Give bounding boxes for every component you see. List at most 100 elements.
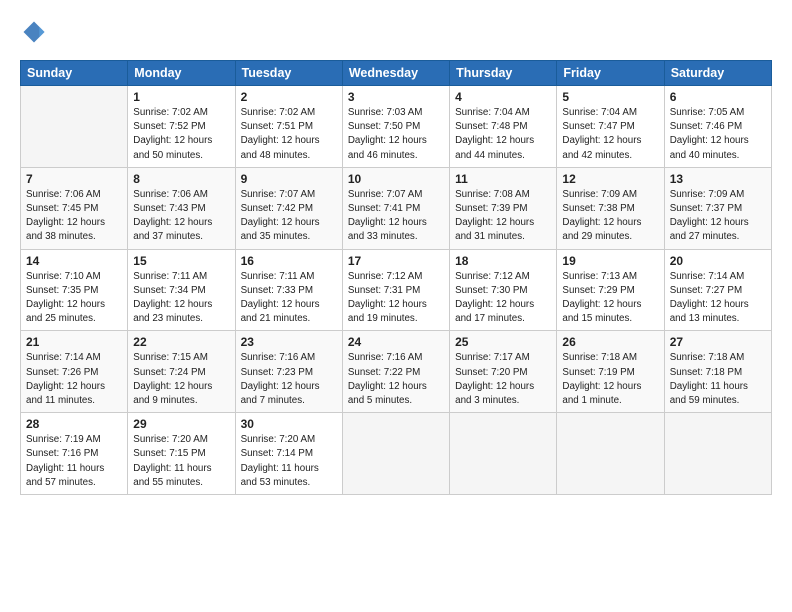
day-info: Sunrise: 7:20 AM Sunset: 7:15 PM Dayligh…: [133, 433, 229, 490]
day-info: Sunrise: 7:07 AM Sunset: 7:42 PM Dayligh…: [241, 188, 337, 245]
day-cell: 23 Sunrise: 7:16 AM Sunset: 7:23 PM Dayli…: [235, 331, 342, 413]
day-number: 14: [26, 254, 122, 268]
day-info: Sunrise: 7:16 AM Sunset: 7:22 PM Dayligh…: [348, 351, 444, 408]
day-cell: 7 Sunrise: 7:06 AM Sunset: 7:45 PM Daylig…: [21, 167, 128, 249]
header: [20, 18, 772, 46]
day-info: Sunrise: 7:03 AM Sunset: 7:50 PM Dayligh…: [348, 106, 444, 163]
day-cell: 11 Sunrise: 7:08 AM Sunset: 7:39 PM Dayli…: [450, 167, 557, 249]
day-info: Sunrise: 7:09 AM Sunset: 7:37 PM Dayligh…: [670, 188, 766, 245]
day-cell: 26 Sunrise: 7:18 AM Sunset: 7:19 PM Dayli…: [557, 331, 664, 413]
day-cell: 1 Sunrise: 7:02 AM Sunset: 7:52 PM Daylig…: [128, 86, 235, 168]
day-cell: 27Sunrise: 7:18 AM Sunset: 7:18 PM Dayli…: [664, 331, 771, 413]
logo: [20, 18, 52, 46]
day-cell: 20 Sunrise: 7:14 AM Sunset: 7:27 PM Dayli…: [664, 249, 771, 331]
day-info: Sunrise: 7:02 AM Sunset: 7:51 PM Dayligh…: [241, 106, 337, 163]
day-number: 24: [348, 335, 444, 349]
day-number: 13: [670, 172, 766, 186]
day-number: 26: [562, 335, 658, 349]
day-info: Sunrise: 7:12 AM Sunset: 7:31 PM Dayligh…: [348, 270, 444, 327]
day-info: Sunrise: 7:15 AM Sunset: 7:24 PM Dayligh…: [133, 351, 229, 408]
day-cell: 10 Sunrise: 7:07 AM Sunset: 7:41 PM Dayli…: [342, 167, 449, 249]
col-header-tuesday: Tuesday: [235, 61, 342, 86]
day-info: Sunrise: 7:06 AM Sunset: 7:43 PM Dayligh…: [133, 188, 229, 245]
day-cell: 24 Sunrise: 7:16 AM Sunset: 7:22 PM Dayli…: [342, 331, 449, 413]
day-cell: 2Sunrise: 7:02 AM Sunset: 7:51 PM Daylig…: [235, 86, 342, 168]
day-info: Sunrise: 7:09 AM Sunset: 7:38 PM Dayligh…: [562, 188, 658, 245]
day-info: Sunrise: 7:12 AM Sunset: 7:30 PM Dayligh…: [455, 270, 551, 327]
day-number: 28: [26, 417, 122, 431]
day-number: 30: [241, 417, 337, 431]
day-info: Sunrise: 7:06 AM Sunset: 7:45 PM Dayligh…: [26, 188, 122, 245]
col-header-saturday: Saturday: [664, 61, 771, 86]
day-info: Sunrise: 7:08 AM Sunset: 7:39 PM Dayligh…: [455, 188, 551, 245]
day-info: Sunrise: 7:10 AM Sunset: 7:35 PM Dayligh…: [26, 270, 122, 327]
col-header-sunday: Sunday: [21, 61, 128, 86]
day-number: 25: [455, 335, 551, 349]
day-info: Sunrise: 7:02 AM Sunset: 7:52 PM Dayligh…: [133, 106, 229, 163]
day-info: Sunrise: 7:18 AM Sunset: 7:18 PM Dayligh…: [670, 351, 766, 408]
week-row-1: 1 Sunrise: 7:02 AM Sunset: 7:52 PM Daylig…: [21, 86, 772, 168]
day-info: Sunrise: 7:04 AM Sunset: 7:47 PM Dayligh…: [562, 106, 658, 163]
day-number: 17: [348, 254, 444, 268]
day-cell: 9 Sunrise: 7:07 AM Sunset: 7:42 PM Daylig…: [235, 167, 342, 249]
logo-icon: [20, 18, 48, 46]
day-cell: 22 Sunrise: 7:15 AM Sunset: 7:24 PM Dayli…: [128, 331, 235, 413]
week-row-3: 14 Sunrise: 7:10 AM Sunset: 7:35 PM Dayli…: [21, 249, 772, 331]
day-info: Sunrise: 7:04 AM Sunset: 7:48 PM Dayligh…: [455, 106, 551, 163]
day-number: 12: [562, 172, 658, 186]
day-number: 22: [133, 335, 229, 349]
day-number: 3: [348, 90, 444, 104]
day-info: Sunrise: 7:11 AM Sunset: 7:33 PM Dayligh…: [241, 270, 337, 327]
day-cell: 15 Sunrise: 7:11 AM Sunset: 7:34 PM Dayli…: [128, 249, 235, 331]
day-info: Sunrise: 7:07 AM Sunset: 7:41 PM Dayligh…: [348, 188, 444, 245]
day-info: Sunrise: 7:14 AM Sunset: 7:26 PM Dayligh…: [26, 351, 122, 408]
col-header-thursday: Thursday: [450, 61, 557, 86]
day-info: Sunrise: 7:20 AM Sunset: 7:14 PM Dayligh…: [241, 433, 337, 490]
day-cell: [557, 413, 664, 495]
day-cell: 30 Sunrise: 7:20 AM Sunset: 7:14 PM Dayli…: [235, 413, 342, 495]
day-cell: 17 Sunrise: 7:12 AM Sunset: 7:31 PM Dayli…: [342, 249, 449, 331]
day-info: Sunrise: 7:18 AM Sunset: 7:19 PM Dayligh…: [562, 351, 658, 408]
day-cell: 19Sunrise: 7:13 AM Sunset: 7:29 PM Dayli…: [557, 249, 664, 331]
day-cell: 13 Sunrise: 7:09 AM Sunset: 7:37 PM Dayli…: [664, 167, 771, 249]
day-info: Sunrise: 7:13 AM Sunset: 7:29 PM Dayligh…: [562, 270, 658, 327]
day-number: 7: [26, 172, 122, 186]
day-cell: 16Sunrise: 7:11 AM Sunset: 7:33 PM Dayli…: [235, 249, 342, 331]
day-number: 1: [133, 90, 229, 104]
week-row-5: 28 Sunrise: 7:19 AM Sunset: 7:16 PM Dayli…: [21, 413, 772, 495]
day-number: 15: [133, 254, 229, 268]
day-info: Sunrise: 7:11 AM Sunset: 7:34 PM Dayligh…: [133, 270, 229, 327]
day-number: 6: [670, 90, 766, 104]
day-cell: 28 Sunrise: 7:19 AM Sunset: 7:16 PM Dayli…: [21, 413, 128, 495]
day-cell: 12 Sunrise: 7:09 AM Sunset: 7:38 PM Dayli…: [557, 167, 664, 249]
day-cell: [450, 413, 557, 495]
col-header-wednesday: Wednesday: [342, 61, 449, 86]
day-number: 9: [241, 172, 337, 186]
day-cell: 25 Sunrise: 7:17 AM Sunset: 7:20 PM Dayli…: [450, 331, 557, 413]
day-number: 20: [670, 254, 766, 268]
day-number: 5: [562, 90, 658, 104]
day-cell: 6 Sunrise: 7:05 AM Sunset: 7:46 PM Daylig…: [664, 86, 771, 168]
day-number: 4: [455, 90, 551, 104]
day-number: 29: [133, 417, 229, 431]
week-row-2: 7 Sunrise: 7:06 AM Sunset: 7:45 PM Daylig…: [21, 167, 772, 249]
day-number: 18: [455, 254, 551, 268]
day-info: Sunrise: 7:05 AM Sunset: 7:46 PM Dayligh…: [670, 106, 766, 163]
day-cell: [342, 413, 449, 495]
day-number: 10: [348, 172, 444, 186]
day-info: Sunrise: 7:19 AM Sunset: 7:16 PM Dayligh…: [26, 433, 122, 490]
day-info: Sunrise: 7:16 AM Sunset: 7:23 PM Dayligh…: [241, 351, 337, 408]
day-info: Sunrise: 7:14 AM Sunset: 7:27 PM Dayligh…: [670, 270, 766, 327]
day-cell: 18 Sunrise: 7:12 AM Sunset: 7:30 PM Dayli…: [450, 249, 557, 331]
header-row: SundayMondayTuesdayWednesdayThursdayFrid…: [21, 61, 772, 86]
day-cell: [664, 413, 771, 495]
day-info: Sunrise: 7:17 AM Sunset: 7:20 PM Dayligh…: [455, 351, 551, 408]
day-number: 21: [26, 335, 122, 349]
day-cell: 29 Sunrise: 7:20 AM Sunset: 7:15 PM Dayli…: [128, 413, 235, 495]
day-number: 23: [241, 335, 337, 349]
day-cell: 21 Sunrise: 7:14 AM Sunset: 7:26 PM Dayli…: [21, 331, 128, 413]
day-number: 11: [455, 172, 551, 186]
week-row-4: 21 Sunrise: 7:14 AM Sunset: 7:26 PM Dayli…: [21, 331, 772, 413]
calendar-page: SundayMondayTuesdayWednesdayThursdayFrid…: [0, 0, 792, 612]
day-cell: 4 Sunrise: 7:04 AM Sunset: 7:48 PM Daylig…: [450, 86, 557, 168]
